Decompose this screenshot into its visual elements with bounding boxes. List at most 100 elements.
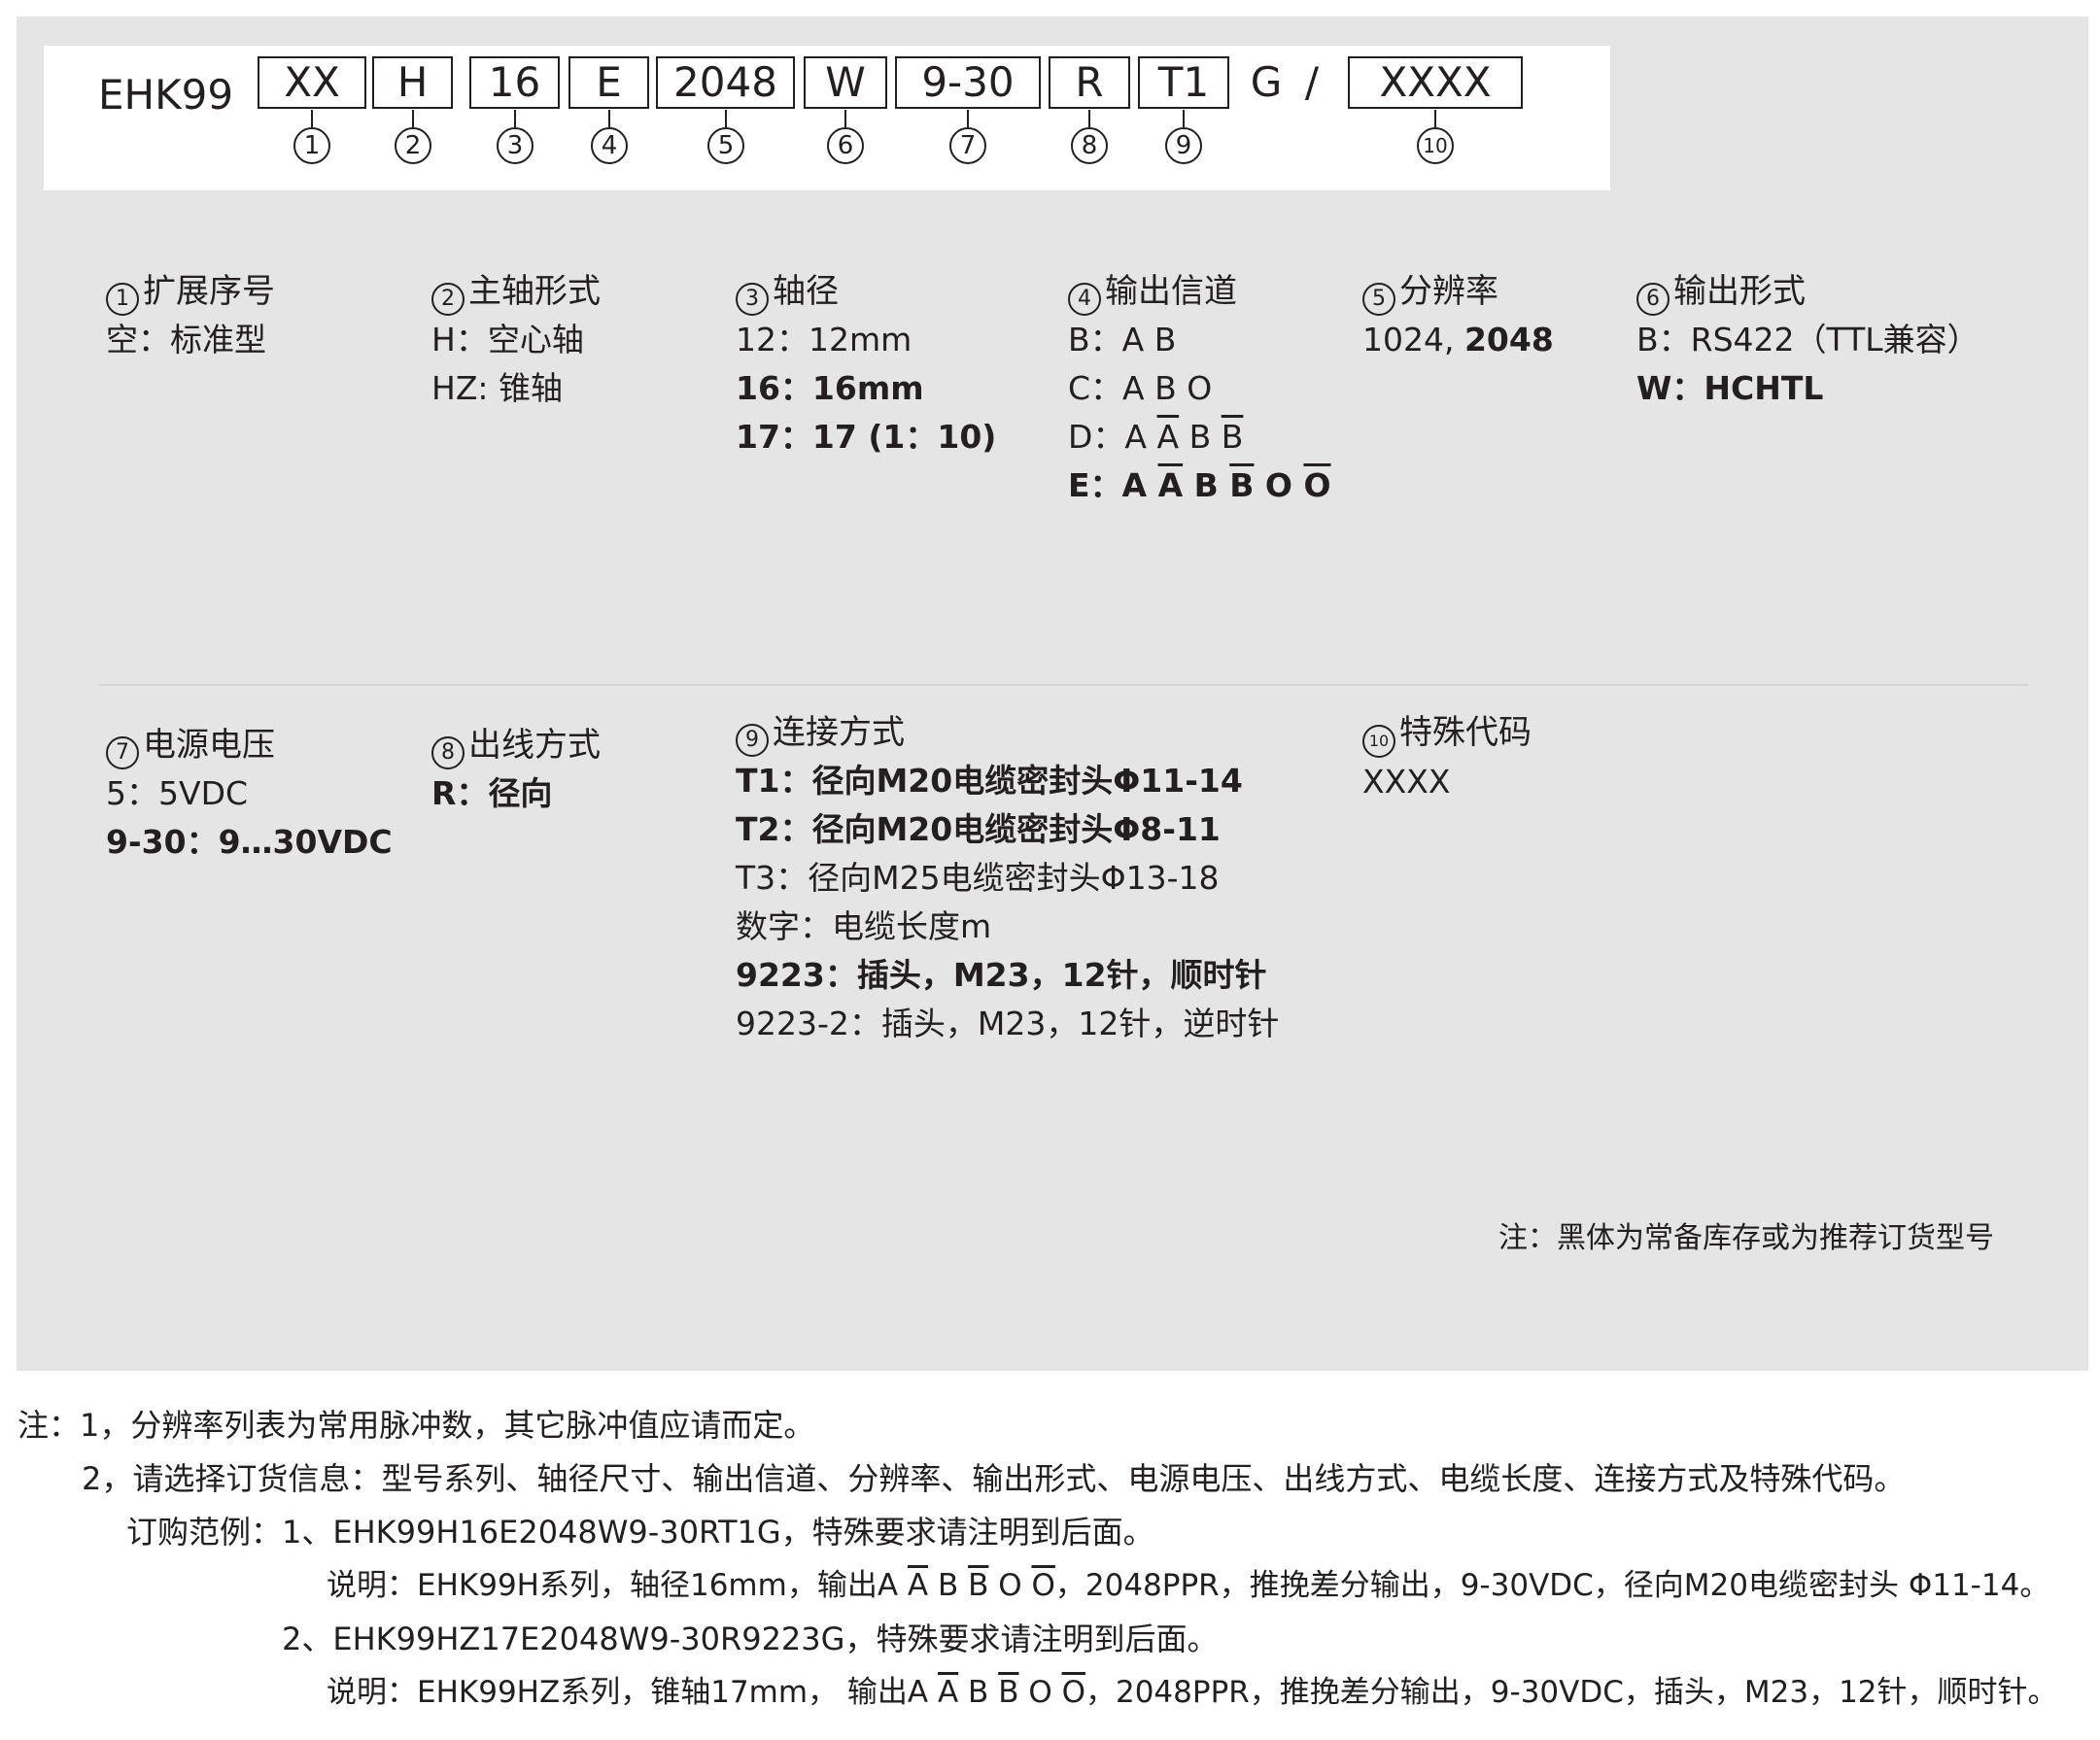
option-value-recommended: 17：17 (1：10)	[736, 418, 997, 456]
channel-signal-inverted: B	[1221, 418, 1244, 456]
code-number-10: 10	[1417, 127, 1454, 164]
code-segment-ext: XX	[258, 56, 366, 109]
code-tick	[844, 110, 846, 127]
channel-signal-inverted: A	[1156, 418, 1180, 456]
option-value: T3：径向M25电缆密封头Φ13-18	[736, 859, 1220, 897]
option-value-recommended: R：径向	[431, 774, 553, 812]
channel-signal: O	[1254, 466, 1304, 504]
option-value: B：A B	[1068, 316, 1331, 364]
option-title: 出线方式	[468, 726, 601, 765]
option-heading: 6 输出形式	[1636, 267, 1980, 316]
option-title: 特殊代码	[1399, 713, 1532, 752]
option-title: 分辨率	[1399, 272, 1498, 311]
option-number: 3	[736, 283, 769, 316]
option-heading: 7 电源电压	[106, 721, 393, 769]
signal-inverted: A	[907, 1568, 929, 1603]
code-number-8: 8	[1071, 127, 1108, 164]
code-number-1: 1	[293, 127, 330, 164]
option-value-recommended: 16：16mm	[736, 369, 924, 407]
option-cable-exit: 8 出线方式 R：径向	[431, 721, 601, 818]
signal-inverted: O	[1061, 1675, 1085, 1710]
option-value: HZ: 锥轴	[431, 369, 564, 407]
channel-signal-inverted: B	[1229, 466, 1255, 504]
desc-text: ，2048PPR，推挽差分输出，9-30VDC，插头，M23，12针，顺时针。	[1084, 1675, 2058, 1710]
order-example-1: 订购范例：1、EHK99H16E2048W9-30RT1G，特殊要求请注明到后面…	[126, 1514, 1154, 1551]
code-number-3: 3	[497, 127, 534, 164]
code-fixed-g: G	[1250, 58, 1283, 106]
code-number-9: 9	[1165, 127, 1202, 164]
option-value: C：A B O	[1068, 364, 1331, 413]
note-2: 2，请选择订货信息：型号系列、轴径尺寸、输出信道、分辨率、输出形式、电源电压、出…	[82, 1460, 1906, 1497]
channel-code: E：	[1068, 466, 1122, 504]
resolution-values: 1024,	[1362, 321, 1464, 358]
option-heading: 4 输出信道	[1068, 267, 1331, 316]
option-value: XXXX	[1362, 763, 1451, 801]
option-title: 扩展序号	[143, 272, 275, 311]
option-title: 输出信道	[1105, 272, 1237, 311]
signal-inverted: B	[998, 1675, 1019, 1710]
option-value-recommended: W：HCHTL	[1636, 369, 1824, 407]
option-number: 8	[431, 736, 465, 769]
option-value: D：A A B B	[1068, 413, 1331, 461]
code-number-6: 6	[827, 127, 864, 164]
channel-signal: A	[1121, 466, 1158, 504]
option-special: 10 特殊代码 XXXX	[1362, 708, 1532, 806]
code-slash: /	[1304, 58, 1320, 106]
option-number: 1	[106, 283, 139, 316]
resolution-recommended: 2048	[1463, 321, 1554, 358]
channel-signals: A B O	[1122, 369, 1213, 407]
ordering-panel: EHK99 XX H 16 E 2048 W 9-30 R T1 G / XXX…	[17, 17, 2088, 1371]
code-tick	[725, 110, 727, 127]
channel-code: B：	[1068, 321, 1122, 358]
desc-text: B	[958, 1675, 999, 1710]
code-tick	[311, 110, 313, 127]
code-segment-channel: E	[568, 56, 649, 109]
option-ext: 1 扩展序号 空：标准型	[106, 267, 275, 364]
code-segment-cable-exit: R	[1049, 56, 1130, 109]
channel-signal: B	[1183, 466, 1230, 504]
option-number: 6	[1636, 283, 1670, 316]
option-title: 轴径	[773, 272, 839, 311]
section-divider	[99, 684, 2028, 686]
code-tick	[967, 110, 969, 127]
channel-code: D：	[1068, 418, 1125, 456]
code-segment-output: W	[804, 56, 887, 109]
option-value: 9223-2：插头，M23，12针，逆时针	[736, 1005, 1280, 1042]
code-number-4: 4	[591, 127, 628, 164]
option-value: H：空心轴	[431, 321, 584, 358]
option-number: 4	[1068, 283, 1101, 316]
option-title: 输出形式	[1673, 272, 1806, 311]
option-heading: 3 轴径	[736, 267, 996, 316]
desc-text: 说明：EHK99HZ系列，锥轴17mm， 输出A	[327, 1675, 938, 1710]
channel-signals: A B	[1121, 321, 1177, 358]
option-title: 主轴形式	[468, 272, 601, 311]
code-tick	[1088, 110, 1090, 127]
option-heading: 8 出线方式	[431, 721, 601, 769]
option-value-recommended: T2：径向M20电缆密封头Φ8-11	[736, 810, 1221, 848]
order-example-1-desc: 说明：EHK99H系列，轴径16mm，输出A A B B O O，2048PPR…	[17, 1559, 2058, 1613]
code-number-2: 2	[395, 127, 431, 164]
code-segment-shaft-type: H	[372, 56, 453, 109]
order-example-2-desc: 说明：EHK99HZ系列，锥轴17mm， 输出A A B B O O，2048P…	[17, 1666, 2058, 1720]
signal-inverted: A	[937, 1675, 959, 1710]
option-number: 5	[1362, 283, 1395, 316]
channel-signal: B	[1179, 418, 1222, 456]
option-value: 5：5VDC	[106, 774, 249, 812]
code-tick	[1434, 110, 1436, 127]
option-heading: 1 扩展序号	[106, 267, 275, 316]
signal-inverted: B	[968, 1568, 989, 1603]
option-value-recommended: E：A A B B O O	[1068, 461, 1331, 510]
option-number: 7	[106, 736, 139, 769]
option-title: 连接方式	[773, 713, 905, 752]
option-shaft-type: 2 主轴形式 H：空心轴 HZ: 锥轴	[431, 267, 601, 413]
option-diameter: 3 轴径 12：12mm 16：16mm 17：17 (1：10)	[736, 267, 996, 461]
desc-text: ，2048PPR，推挽差分输出，9-30VDC，径向M20电缆密封头 Φ11-1…	[1054, 1568, 2050, 1603]
option-value: B：RS422（TTL兼容）	[1636, 321, 1980, 358]
desc-text: O	[988, 1568, 1032, 1603]
option-resolution: 5 分辨率 1024, 2048	[1362, 267, 1554, 364]
option-heading: 10 特殊代码	[1362, 708, 1532, 758]
code-tick	[514, 110, 516, 127]
footnotes: 注：1，分辨率列表为常用脉冲数，其它脉冲值应请而定。 2，请选择订货信息：型号系…	[17, 1399, 2058, 1720]
code-segment-resolution: 2048	[656, 56, 795, 109]
desc-text: 说明：EHK99H系列，轴径16mm，输出A	[327, 1568, 908, 1603]
